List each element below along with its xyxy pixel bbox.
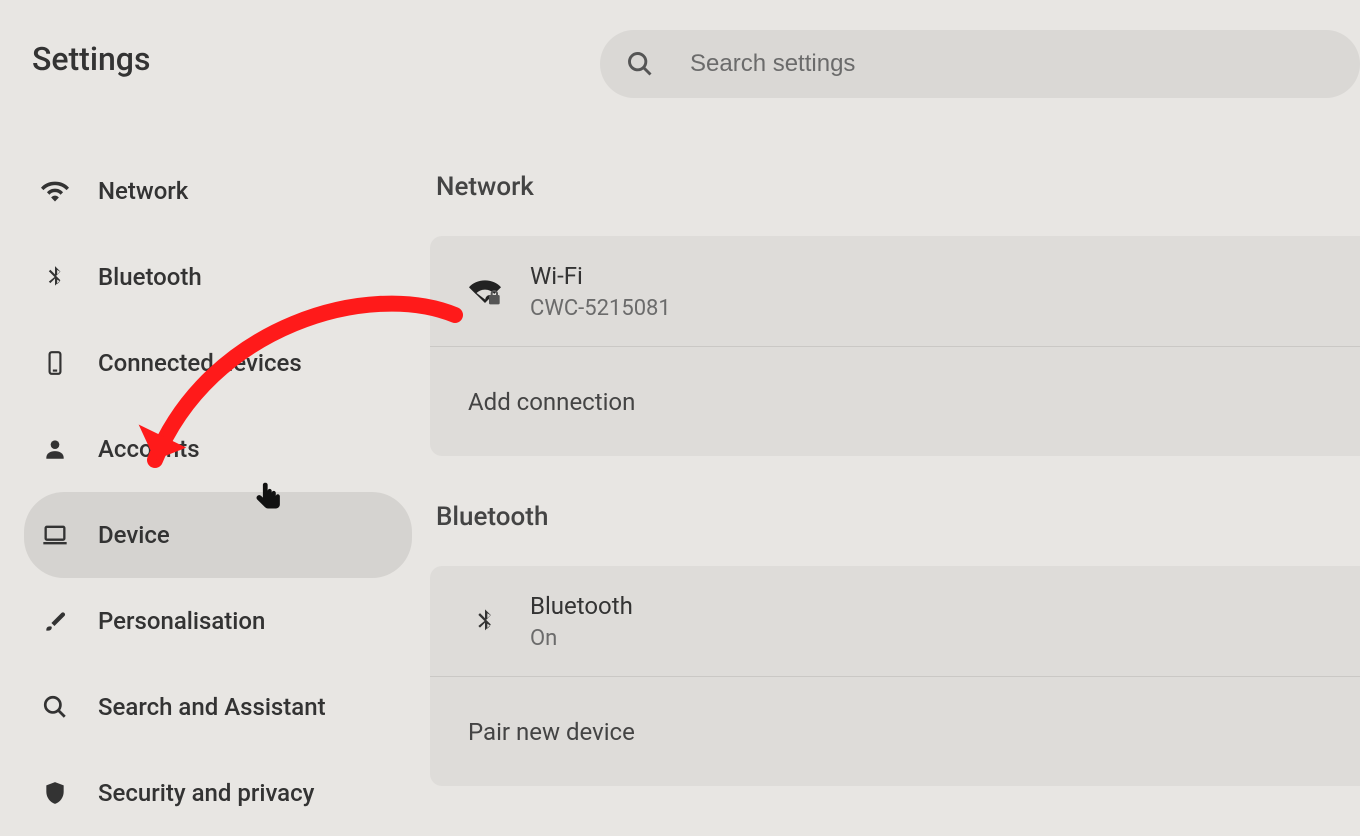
person-icon (40, 434, 70, 464)
bluetooth-label: Bluetooth (530, 592, 633, 620)
network-section: Network Wi-Fi CWC-5215081 Add connection (430, 172, 1360, 456)
sidebar-item-label: Connected devices (98, 349, 302, 377)
main-content: Network Wi-Fi CWC-5215081 Add connection (430, 0, 1360, 765)
add-connection-row[interactable]: Add connection (430, 346, 1360, 456)
sidebar-item-label: Accounts (98, 435, 200, 463)
wifi-icon (40, 176, 70, 206)
sidebar-nav: Network Bluetooth Connected devices Acco… (32, 148, 430, 836)
sidebar-item-personalisation[interactable]: Personalisation (32, 578, 430, 664)
pair-device-label: Pair new device (468, 718, 635, 746)
laptop-icon (40, 520, 70, 550)
bluetooth-section: Bluetooth Bluetooth On Pair new device (430, 502, 1360, 786)
sidebar-item-label: Bluetooth (98, 263, 202, 291)
sidebar-item-security-privacy[interactable]: Security and privacy (32, 750, 430, 836)
shield-icon (40, 778, 70, 808)
search-icon (626, 50, 654, 78)
pair-device-row[interactable]: Pair new device (430, 676, 1360, 786)
sidebar-item-device[interactable]: Device (24, 492, 412, 578)
page-title: Settings (32, 40, 430, 78)
section-title-network: Network (436, 172, 1360, 202)
sidebar-item-accounts[interactable]: Accounts (32, 406, 430, 492)
bluetooth-row[interactable]: Bluetooth On (430, 566, 1360, 676)
phone-icon (40, 348, 70, 378)
wifi-label: Wi-Fi (530, 262, 671, 290)
sidebar-item-network[interactable]: Network (32, 148, 430, 234)
section-title-bluetooth: Bluetooth (436, 502, 1360, 532)
bluetooth-value: On (530, 626, 633, 651)
sidebar-item-connected-devices[interactable]: Connected devices (32, 320, 430, 406)
add-connection-label: Add connection (468, 388, 635, 416)
sidebar-item-label: Security and privacy (98, 779, 314, 807)
sidebar-item-label: Network (98, 177, 188, 205)
sidebar-item-label: Device (98, 521, 170, 549)
wifi-value: CWC-5215081 (530, 296, 671, 321)
sidebar: Settings Network Bluetooth Connected dev… (0, 0, 430, 765)
bluetooth-icon (40, 262, 70, 292)
sidebar-item-search-assistant[interactable]: Search and Assistant (32, 664, 430, 750)
bluetooth-card: Bluetooth On Pair new device (430, 566, 1360, 786)
search-icon (40, 692, 70, 722)
sidebar-item-label: Personalisation (98, 607, 265, 635)
search-input[interactable] (690, 50, 1334, 78)
sidebar-item-label: Search and Assistant (98, 693, 326, 721)
network-card: Wi-Fi CWC-5215081 Add connection (430, 236, 1360, 456)
search-bar[interactable] (600, 30, 1360, 98)
sidebar-item-bluetooth[interactable]: Bluetooth (32, 234, 430, 320)
wifi-row[interactable]: Wi-Fi CWC-5215081 (430, 236, 1360, 346)
wifi-secure-icon (468, 274, 502, 308)
brush-icon (40, 606, 70, 636)
bluetooth-icon (468, 604, 502, 638)
